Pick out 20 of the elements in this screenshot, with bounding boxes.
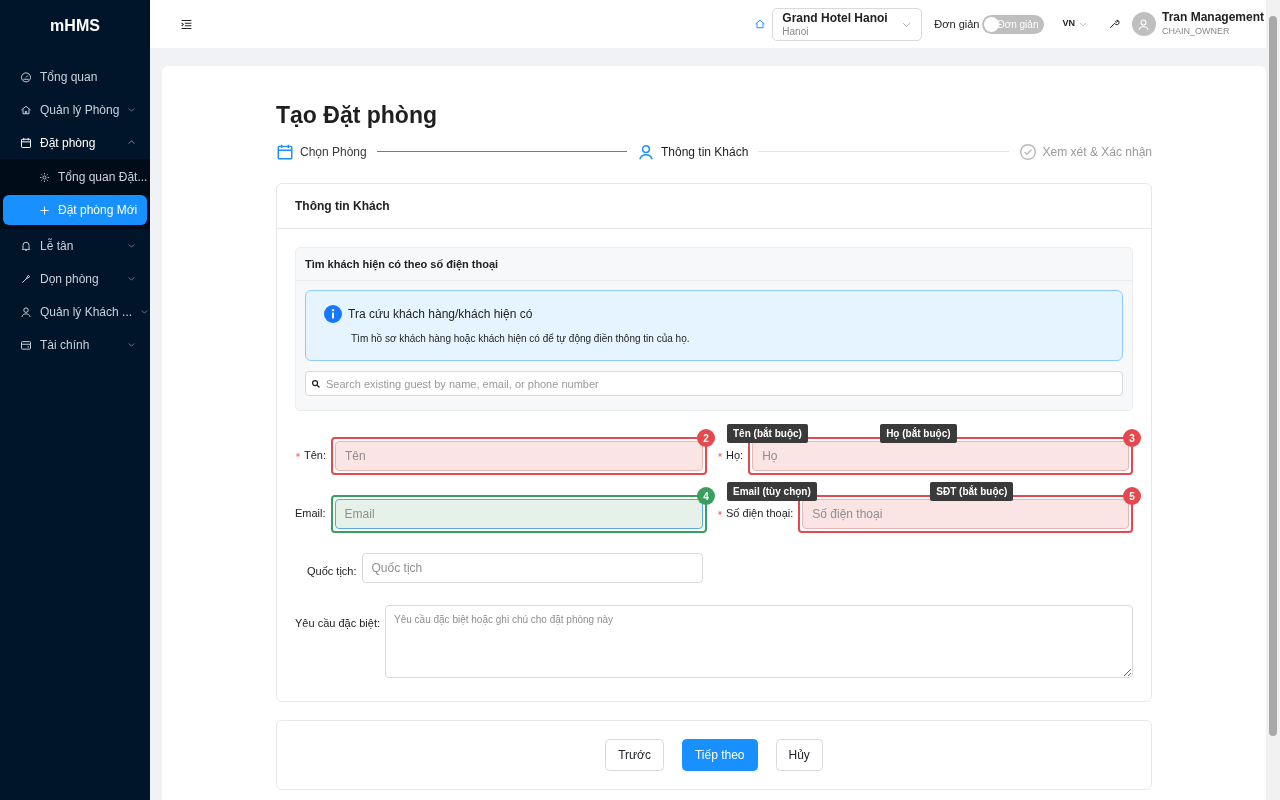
page-title: Tạo Đặt phòng [276, 102, 438, 130]
panel-title: Tìm khách hiện có theo số điện thoại [296, 247, 1132, 282]
field-label: Yêu cầu đặc biệt: [295, 616, 380, 632]
field-label: Email: [295, 506, 326, 522]
annotation-tooltip: Email (tùy chọn) [727, 482, 817, 502]
number-badge: 5 [1123, 487, 1141, 506]
field-label: Quốc tịch: [307, 564, 357, 580]
annotation-tooltip: Tên (bắt buộc) [727, 424, 808, 444]
user-name: Tran Management [1161, 10, 1264, 25]
mode-label: Đơn giản [934, 16, 980, 32]
number-badge: 4 [697, 487, 715, 506]
annotation-tooltip: Họ (bắt buộc) [880, 424, 957, 444]
field-label: Tên: [295, 437, 326, 464]
alert-title: Tra cứu khách hàng/khách hiện có [348, 306, 533, 324]
alert-text: Tìm hồ sơ khách hàng hoặc khách hiện có để tự động điền thông tin của họ. [351, 332, 691, 347]
annotation-tooltip: SĐT (bắt buộc) [930, 482, 1014, 502]
user-role: CHAIN_OWNER [1161, 27, 1231, 38]
number-badge: 3 [1123, 429, 1141, 448]
number-badge: 2 [697, 429, 715, 448]
card-title: Thông tin Khách [277, 183, 1151, 229]
